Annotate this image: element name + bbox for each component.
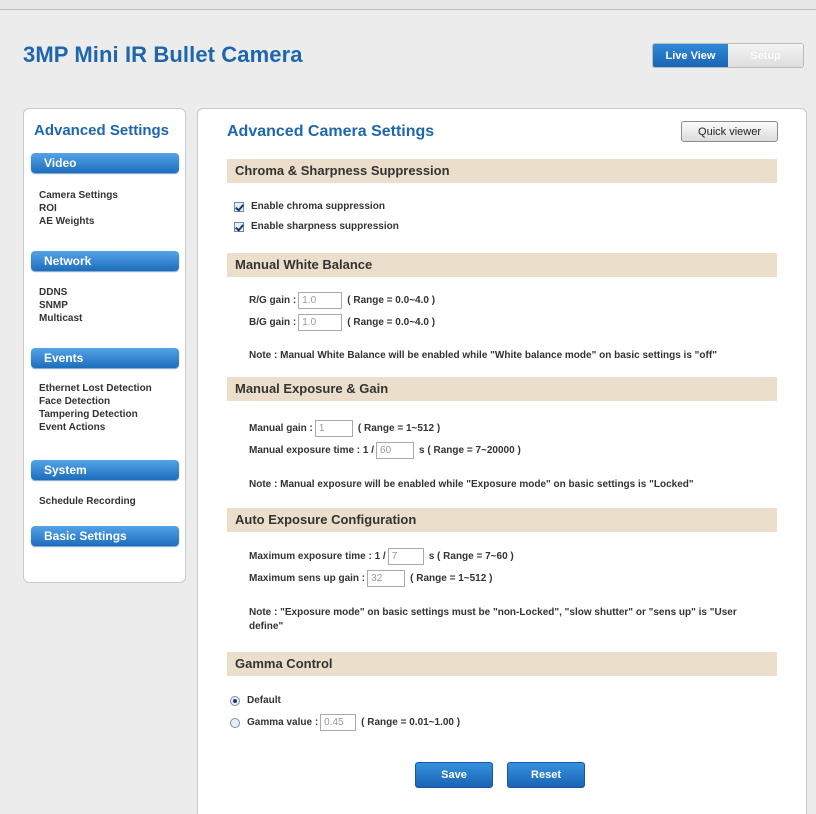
- sidebar-category-system[interactable]: System: [31, 460, 179, 480]
- auto-exposure-note: Note : "Exposure mode" on basic settings…: [249, 607, 737, 632]
- gamma-value-range: ( Range = 0.01~1.00 ): [361, 717, 461, 728]
- tab-setup[interactable]: Setup: [728, 44, 803, 67]
- rg-gain-row: R/G gain : ( Range = 0.0~4.0 ): [249, 292, 435, 309]
- manual-exposure-time-input[interactable]: [376, 442, 415, 459]
- chroma-suppression-row: Enable chroma suppression: [234, 201, 385, 212]
- sidebar-item-multicast[interactable]: Multicast: [39, 312, 82, 325]
- auto-exposure-section-heading: Auto Exposure Configuration: [227, 508, 777, 532]
- max-exposure-time-label: Maximum exposure time : 1 /: [249, 551, 386, 562]
- sidebar-item-face-detection[interactable]: Face Detection: [39, 395, 152, 408]
- rg-gain-label: R/G gain :: [249, 295, 297, 306]
- max-exposure-time-range: s ( Range = 7~60 ): [428, 551, 514, 562]
- sharpness-suppression-label: Enable sharpness suppression: [251, 221, 399, 232]
- sidebar-category-network[interactable]: Network: [31, 251, 179, 271]
- gamma-section-heading: Gamma Control: [227, 652, 777, 676]
- save-button[interactable]: Save: [415, 762, 493, 788]
- white-balance-note: Note : Manual White Balance will be enab…: [249, 350, 717, 361]
- bg-gain-input[interactable]: [298, 314, 343, 331]
- rg-gain-range: ( Range = 0.0~4.0 ): [347, 295, 436, 306]
- manual-exposure-time-label: Manual exposure time : 1 /: [249, 445, 375, 456]
- max-sens-up-gain-input[interactable]: [367, 570, 406, 587]
- sidebar-list-video: Camera Settings ROI AE Weights: [39, 189, 118, 228]
- view-tabs: Live View Setup: [652, 43, 804, 68]
- white-balance-section-heading: Manual White Balance: [227, 253, 777, 277]
- manual-gain-row: Manual gain : ( Range = 1~512 ): [249, 420, 440, 437]
- sidebar-item-ddns[interactable]: DDNS: [39, 286, 82, 299]
- quick-viewer-button[interactable]: Quick viewer: [681, 121, 778, 142]
- sidebar-item-roi[interactable]: ROI: [39, 202, 118, 215]
- sidebar-list-system: Schedule Recording: [39, 495, 136, 508]
- bg-gain-row: B/G gain : ( Range = 0.0~4.0 ): [249, 314, 435, 331]
- sidebar-category-video[interactable]: Video: [31, 153, 179, 173]
- sidebar-item-tampering-detection[interactable]: Tampering Detection: [39, 408, 152, 421]
- sidebar: Advanced Settings Video Camera Settings …: [23, 108, 186, 583]
- sidebar-item-snmp[interactable]: SNMP: [39, 299, 82, 312]
- max-sens-up-gain-range: ( Range = 1~512 ): [410, 573, 493, 584]
- page-title: 3MP Mini IR Bullet Camera: [23, 42, 303, 67]
- manual-exposure-time-row: Manual exposure time : 1 / s ( Range = 7…: [249, 442, 521, 459]
- sidebar-title: Advanced Settings: [34, 122, 170, 139]
- sidebar-item-ethernet-lost-detection[interactable]: Ethernet Lost Detection: [39, 382, 152, 395]
- exposure-note: Note : Manual exposure will be enabled w…: [249, 479, 694, 490]
- manual-exposure-time-range: s ( Range = 7~20000 ): [419, 445, 521, 456]
- sharpness-suppression-row: Enable sharpness suppression: [234, 221, 399, 232]
- gamma-default-radio[interactable]: [230, 695, 240, 706]
- gamma-value-label: Gamma value :: [247, 717, 319, 728]
- sidebar-item-event-actions[interactable]: Event Actions: [39, 421, 152, 434]
- section-title: Advanced Camera Settings: [227, 123, 435, 140]
- exposure-section-heading: Manual Exposure & Gain: [227, 377, 777, 401]
- gamma-default-row: Default: [230, 695, 281, 706]
- main-panel: Advanced Camera Settings Quick viewer Ch…: [197, 108, 807, 814]
- reset-button[interactable]: Reset: [507, 762, 585, 788]
- bg-gain-label: B/G gain :: [249, 317, 297, 328]
- gamma-value-radio[interactable]: [230, 717, 240, 728]
- sidebar-list-network: DDNS SNMP Multicast: [39, 286, 82, 325]
- max-exposure-time-input[interactable]: [387, 548, 424, 565]
- chroma-suppression-checkbox[interactable]: [234, 201, 244, 212]
- tab-live-view[interactable]: Live View: [653, 44, 728, 67]
- bg-gain-range: ( Range = 0.0~4.0 ): [347, 317, 436, 328]
- manual-gain-input[interactable]: [314, 420, 353, 437]
- manual-gain-label: Manual gain :: [249, 423, 313, 434]
- max-sens-up-gain-row: Maximum sens up gain : ( Range = 1~512 ): [249, 570, 492, 587]
- sidebar-item-schedule-recording[interactable]: Schedule Recording: [39, 495, 136, 508]
- sharpness-suppression-checkbox[interactable]: [234, 221, 244, 232]
- max-exposure-time-row: Maximum exposure time : 1 / s ( Range = …: [249, 548, 514, 565]
- sidebar-category-basic-settings[interactable]: Basic Settings: [31, 526, 179, 546]
- sidebar-category-events[interactable]: Events: [31, 348, 179, 368]
- rg-gain-input[interactable]: [298, 292, 343, 309]
- chroma-section-heading: Chroma & Sharpness Suppression: [227, 159, 777, 183]
- top-border: [0, 0, 816, 10]
- chroma-suppression-label: Enable chroma suppression: [251, 201, 385, 212]
- gamma-value-input[interactable]: [320, 714, 357, 731]
- sidebar-list-events: Ethernet Lost Detection Face Detection T…: [39, 382, 152, 434]
- gamma-value-row: Gamma value : ( Range = 0.01~1.00 ): [230, 714, 460, 731]
- max-sens-up-gain-label: Maximum sens up gain :: [249, 573, 366, 584]
- gamma-default-label: Default: [247, 695, 281, 706]
- manual-gain-range: ( Range = 1~512 ): [357, 423, 441, 434]
- sidebar-item-camera-settings[interactable]: Camera Settings: [39, 189, 118, 202]
- sidebar-item-ae-weights[interactable]: AE Weights: [39, 215, 118, 228]
